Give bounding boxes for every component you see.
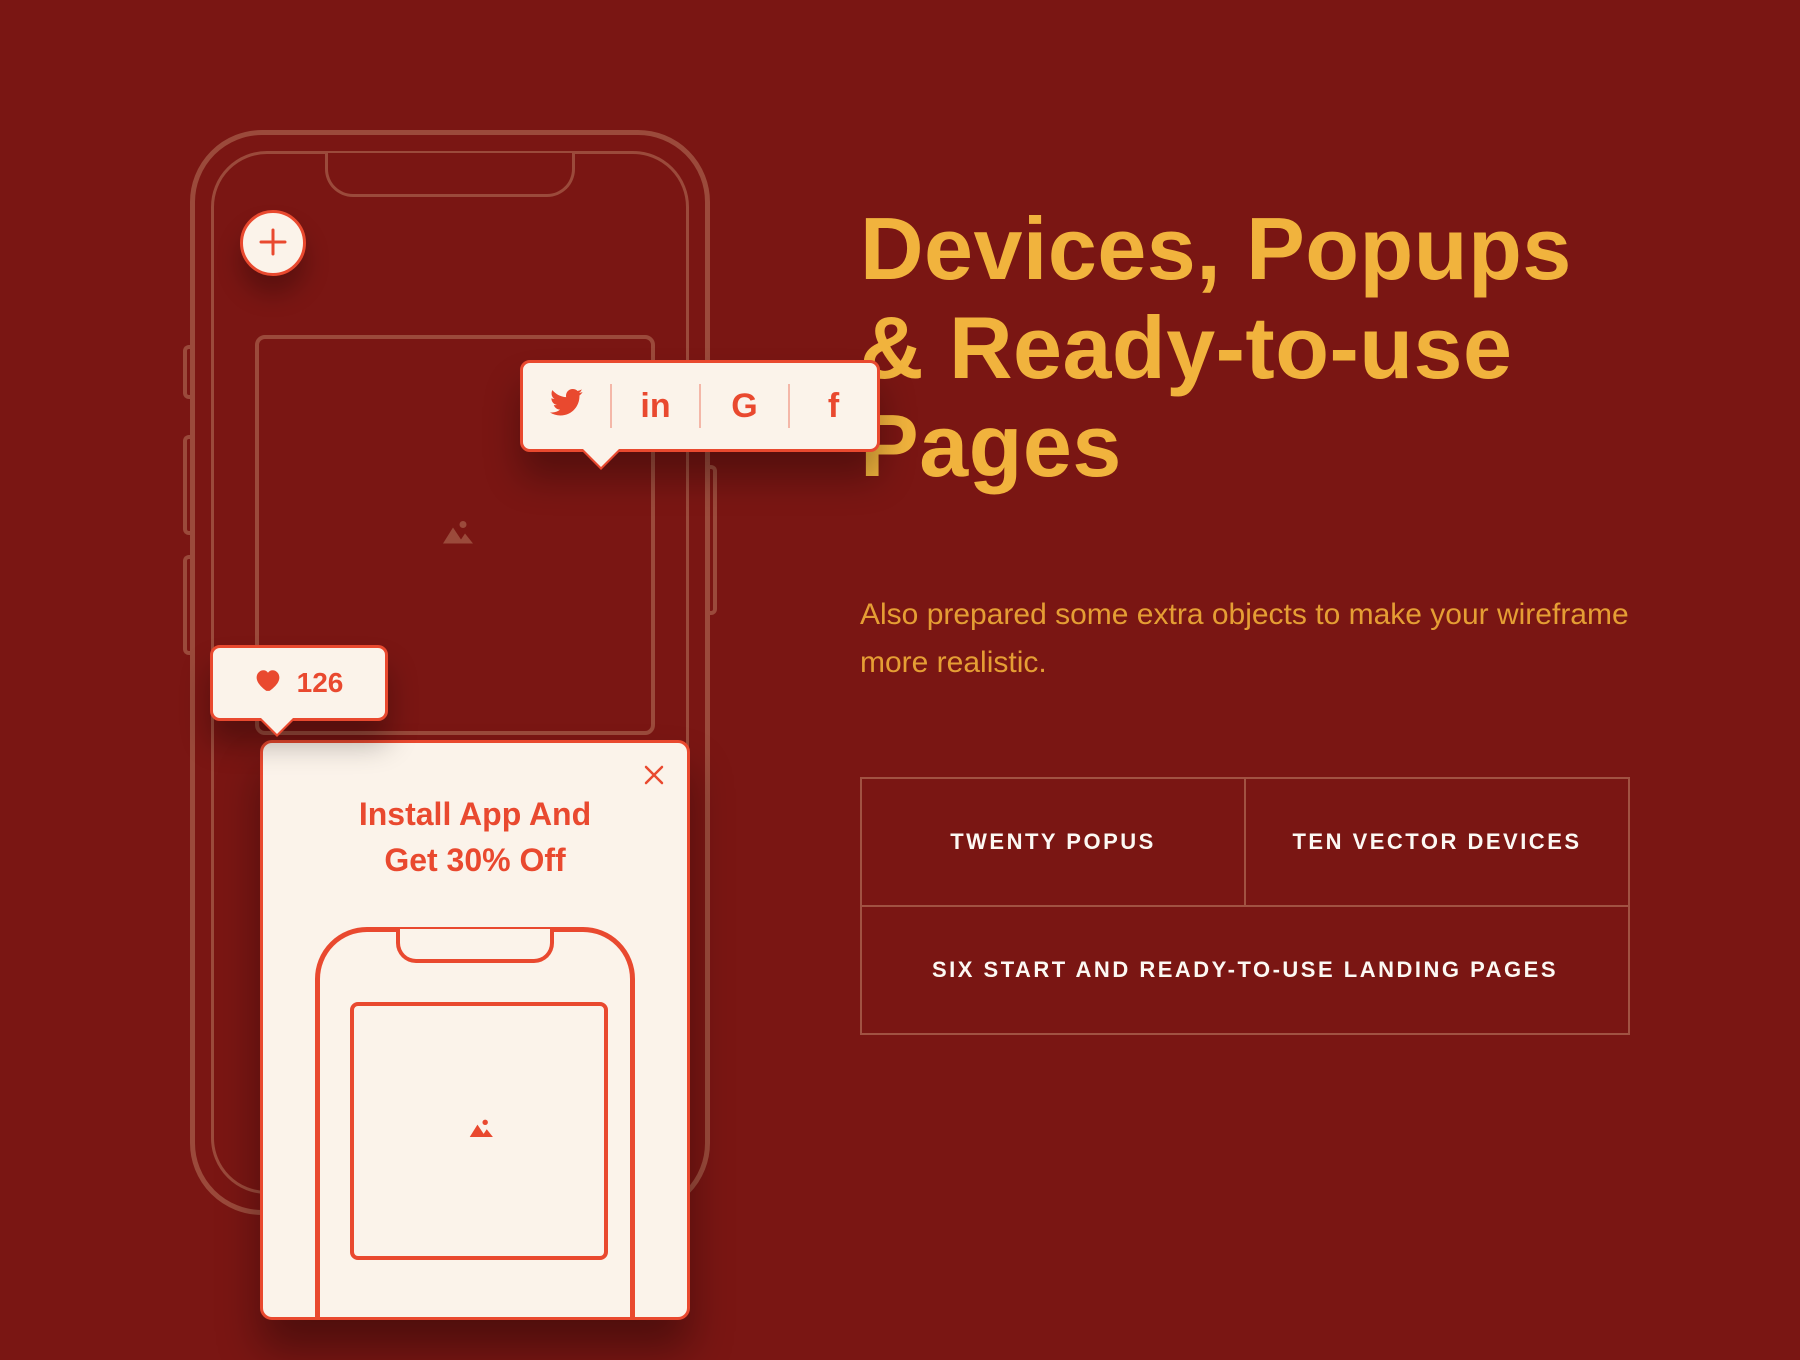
promo-card: Install App And Get 30% Off [260,740,690,1320]
promo-title: Install App And Get 30% Off [263,791,687,884]
phone-side-button [183,435,191,535]
marketing-slide: Devices, Popups & Ready-to-use Pages Als… [0,0,1800,1360]
close-icon[interactable] [643,761,665,793]
feature-grid: TWENTY POPUS TEN VECTOR DEVICES SIX STAR… [860,777,1630,1035]
copy-column: Devices, Popups & Ready-to-use Pages Als… [860,200,1630,1035]
headline: Devices, Popups & Ready-to-use Pages [860,200,1630,496]
phone-side-button [183,555,191,655]
phone-notch [325,153,575,197]
divider [610,384,612,428]
social-share-popup: in G f [520,360,880,452]
promo-title-line2: Get 30% Off [263,837,687,883]
promo-mini-phone [315,927,635,1320]
phone-mockup-group: in G f 126 Install App And Get 30% Off [190,130,710,1220]
promo-image-frame [350,1002,608,1260]
like-count: 126 [297,667,344,699]
heart-icon[interactable] [255,668,281,699]
plus-icon [258,218,288,268]
feature-cell-popups: TWENTY POPUS [862,779,1246,905]
image-placeholder-icon [462,1114,496,1149]
promo-title-line1: Install App And [263,791,687,837]
like-count-popup: 126 [210,645,388,721]
phone-side-button [183,345,191,399]
twitter-icon[interactable] [544,385,590,428]
phone-side-button [709,465,717,615]
subtext: Also prepared some extra objects to make… [860,591,1630,687]
divider [788,384,790,428]
google-icon[interactable]: G [722,387,768,426]
feature-cell-landing-pages: SIX START AND READY-TO-USE LANDING PAGES [862,907,1628,1033]
linkedin-icon[interactable]: in [633,387,679,426]
divider [699,384,701,428]
add-button[interactable] [240,210,306,276]
image-placeholder-icon [433,514,477,557]
feature-cell-devices: TEN VECTOR DEVICES [1246,779,1628,905]
facebook-icon[interactable]: f [811,387,857,426]
